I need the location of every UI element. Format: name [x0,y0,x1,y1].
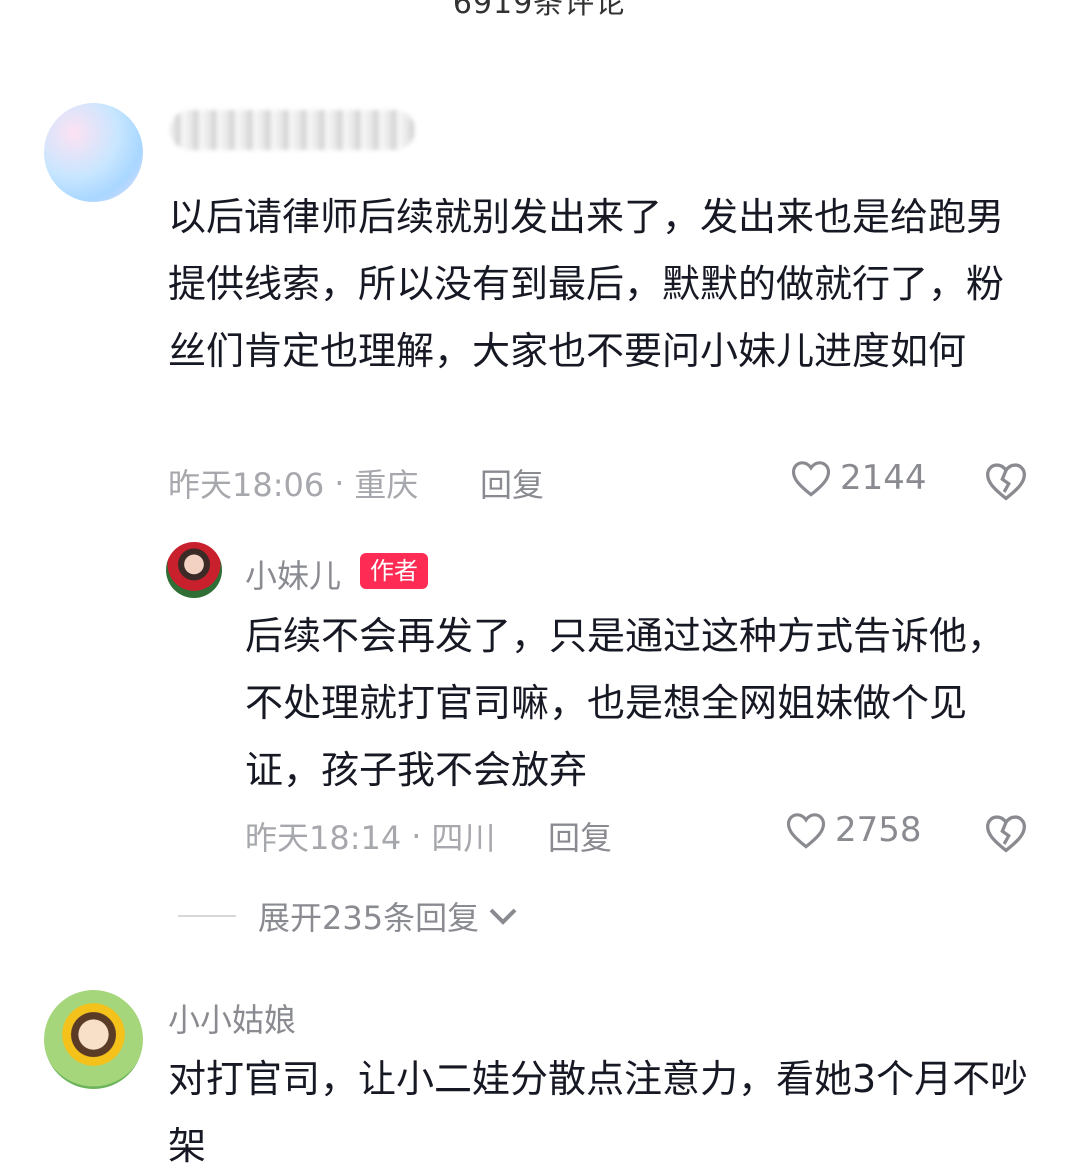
heart-icon [786,813,826,849]
reply-meta: 昨天18:14 · 四川 [245,813,495,859]
broken-heart-icon[interactable] [984,460,1028,502]
reply-location: 四川 [431,819,496,857]
heart-icon [791,461,831,497]
reply-username[interactable]: 小妹儿 [245,551,341,597]
expand-replies-button[interactable]: 展开235条回复 [178,893,517,939]
comment-text: 对打官司，让小二娃分散点注意力，看她3个月不吵架 [168,1057,1029,1168]
username-blurred[interactable] [170,110,415,150]
like-count: 2144 [840,458,927,498]
username[interactable]: 小小姑娘 [168,995,296,1041]
reply-button[interactable]: 回复 [548,813,612,859]
comment-meta: 昨天18:06 · 重庆 [168,460,418,506]
comment-count-title: 6919条评论 [452,0,627,21]
broken-heart-icon[interactable] [984,812,1028,854]
like-count: 2758 [835,810,922,850]
expand-replies-label: 展开235条回复 [258,899,480,937]
comment-location: 重庆 [354,466,419,504]
reply-button[interactable]: 回复 [480,460,544,506]
meta-separator: · [334,464,345,502]
meta-separator: · [411,817,422,855]
chevron-down-icon [489,908,517,925]
avatar[interactable] [44,103,143,202]
reply-time: 昨天18:14 [245,819,402,857]
like-button[interactable]: 2144 [790,458,927,498]
divider-line [178,915,236,917]
comment-time: 昨天18:06 [168,466,325,504]
reply-text: 后续不会再发了，只是通过这种方式告诉他，不处理就打官司嘛，也是想全网姐妹做个见证… [245,614,1006,792]
reply-avatar[interactable] [166,542,222,598]
comment-text: 以后请律师后续就别发出来了，发出来也是给跑男提供线索，所以没有到最后，默默的做就… [168,195,1005,373]
like-button[interactable]: 2758 [785,810,922,850]
avatar[interactable] [44,990,143,1089]
author-badge: 作者 [360,553,428,589]
